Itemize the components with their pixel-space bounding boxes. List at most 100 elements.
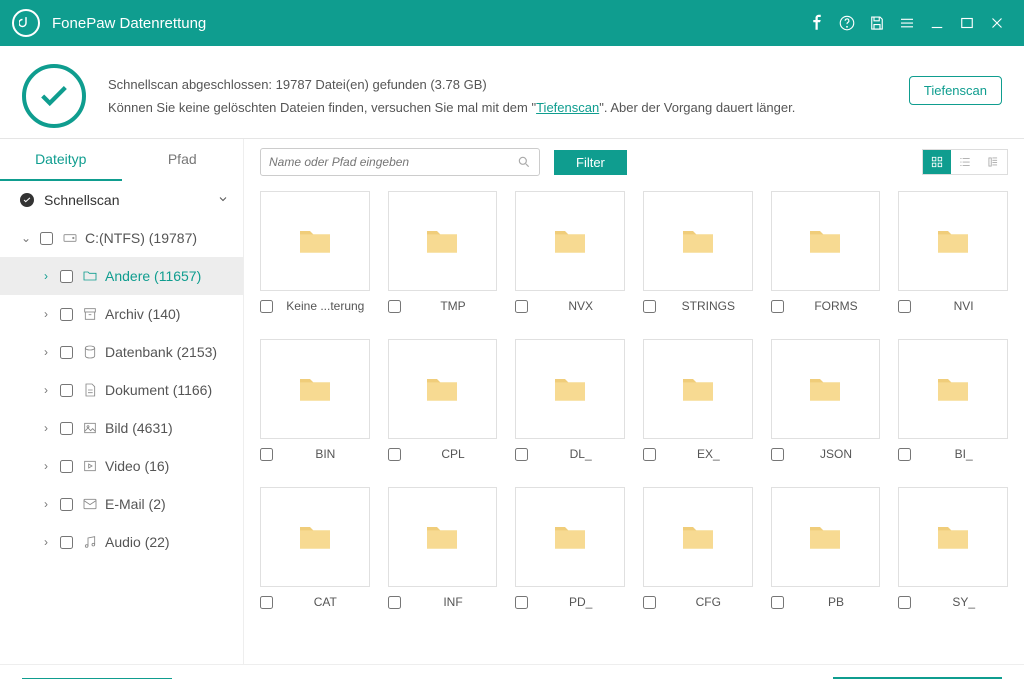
folder-label: STRINGS — [664, 299, 753, 313]
view-detail-icon[interactable] — [979, 150, 1007, 174]
sidebar-scan-header[interactable]: Schnellscan — [0, 181, 243, 219]
folder-checkbox[interactable] — [771, 448, 784, 461]
app-title: FonePaw Datenrettung — [52, 15, 802, 32]
folder-label: SY_ — [919, 595, 1008, 609]
folder-checkbox[interactable] — [898, 596, 911, 609]
scan-summary: Schnellscan abgeschlossen: 19787 Datei(e… — [0, 46, 1024, 139]
folder-item[interactable]: DL_ — [515, 339, 625, 469]
folder-label: PD_ — [536, 595, 625, 609]
folder-checkbox[interactable] — [771, 300, 784, 313]
folder-item[interactable]: TMP — [388, 191, 498, 321]
category-icon — [81, 344, 99, 360]
folder-checkbox[interactable] — [771, 596, 784, 609]
title-bar: FonePaw Datenrettung — [0, 0, 1024, 46]
minimize-icon[interactable] — [922, 8, 952, 38]
menu-icon[interactable] — [892, 8, 922, 38]
search-input[interactable] — [269, 155, 517, 169]
tab-file-type[interactable]: Dateityp — [0, 139, 122, 181]
category-checkbox[interactable] — [60, 384, 73, 397]
folder-label: FORMS — [792, 299, 881, 313]
folder-item[interactable]: BIN — [260, 339, 370, 469]
chevron-right-icon: › — [38, 345, 54, 359]
folder-item[interactable]: JSON — [771, 339, 881, 469]
drive-icon — [61, 230, 79, 246]
drive-checkbox[interactable] — [40, 232, 53, 245]
sidebar-category[interactable]: ›Datenbank (2153) — [0, 333, 243, 371]
folder-checkbox[interactable] — [898, 300, 911, 313]
folder-checkbox[interactable] — [388, 448, 401, 461]
folder-item[interactable]: BI_ — [898, 339, 1008, 469]
folder-item[interactable]: PD_ — [515, 487, 625, 617]
sidebar-category[interactable]: ›Audio (22) — [0, 523, 243, 561]
sidebar-category[interactable]: ›E-Mail (2) — [0, 485, 243, 523]
folder-checkbox[interactable] — [260, 300, 273, 313]
search-box[interactable] — [260, 148, 540, 176]
folder-item[interactable]: FORMS — [771, 191, 881, 321]
category-label: Audio (22) — [105, 534, 170, 550]
sidebar-category[interactable]: ›Dokument (1166) — [0, 371, 243, 409]
sidebar-category[interactable]: ›Andere (11657) — [0, 257, 243, 295]
folder-checkbox[interactable] — [898, 448, 911, 461]
folder-checkbox[interactable] — [260, 596, 273, 609]
folder-label: CFG — [664, 595, 753, 609]
help-icon[interactable] — [832, 8, 862, 38]
folder-item[interactable]: SY_ — [898, 487, 1008, 617]
folder-checkbox[interactable] — [515, 448, 528, 461]
category-icon — [81, 306, 99, 322]
filter-button[interactable]: Filter — [554, 150, 627, 175]
folder-thumbnail — [771, 191, 881, 291]
folder-thumbnail — [515, 191, 625, 291]
sidebar-drive[interactable]: ⌄ C:(NTFS) (19787) — [0, 219, 243, 257]
chevron-right-icon: › — [38, 459, 54, 473]
folder-item[interactable]: CFG — [643, 487, 753, 617]
deep-scan-button[interactable]: Tiefenscan — [909, 76, 1002, 105]
folder-item[interactable]: Keine ...terung — [260, 191, 370, 321]
category-checkbox[interactable] — [60, 498, 73, 511]
close-icon[interactable] — [982, 8, 1012, 38]
view-grid-icon[interactable] — [923, 150, 951, 174]
folder-label: BIN — [281, 447, 370, 461]
folder-thumbnail — [771, 339, 881, 439]
view-list-icon[interactable] — [951, 150, 979, 174]
folder-item[interactable]: NVX — [515, 191, 625, 321]
category-checkbox[interactable] — [60, 536, 73, 549]
folder-item[interactable]: NVI — [898, 191, 1008, 321]
folder-checkbox[interactable] — [388, 300, 401, 313]
sidebar-category[interactable]: ›Archiv (140) — [0, 295, 243, 333]
folder-label: Keine ...terung — [281, 299, 370, 313]
success-check-icon — [22, 64, 86, 128]
sidebar-category[interactable]: ›Bild (4631) — [0, 409, 243, 447]
save-icon[interactable] — [862, 8, 892, 38]
category-checkbox[interactable] — [60, 308, 73, 321]
folder-checkbox[interactable] — [260, 448, 273, 461]
maximize-icon[interactable] — [952, 8, 982, 38]
category-icon — [81, 458, 99, 474]
folder-item[interactable]: EX_ — [643, 339, 753, 469]
folder-item[interactable]: PB — [771, 487, 881, 617]
category-label: Video (16) — [105, 458, 169, 474]
view-toggle — [922, 149, 1008, 175]
folder-checkbox[interactable] — [643, 448, 656, 461]
folder-checkbox[interactable] — [515, 596, 528, 609]
folder-checkbox[interactable] — [515, 300, 528, 313]
folder-item[interactable]: STRINGS — [643, 191, 753, 321]
folder-checkbox[interactable] — [388, 596, 401, 609]
search-icon — [517, 155, 531, 169]
tab-path[interactable]: Pfad — [122, 139, 244, 181]
category-checkbox[interactable] — [60, 346, 73, 359]
folder-item[interactable]: CPL — [388, 339, 498, 469]
folder-checkbox[interactable] — [643, 300, 656, 313]
category-checkbox[interactable] — [60, 422, 73, 435]
folder-checkbox[interactable] — [643, 596, 656, 609]
category-label: E-Mail (2) — [105, 496, 166, 512]
category-label: Andere (11657) — [105, 268, 201, 284]
sidebar-category[interactable]: › Video (16) — [0, 447, 243, 485]
category-checkbox[interactable] — [60, 270, 73, 283]
folder-item[interactable]: INF — [388, 487, 498, 617]
category-checkbox[interactable] — [60, 460, 73, 473]
facebook-icon[interactable] — [802, 8, 832, 38]
folder-label: DL_ — [536, 447, 625, 461]
folder-label: INF — [409, 595, 498, 609]
folder-item[interactable]: CAT — [260, 487, 370, 617]
deep-scan-link[interactable]: Tiefenscan — [536, 100, 599, 115]
